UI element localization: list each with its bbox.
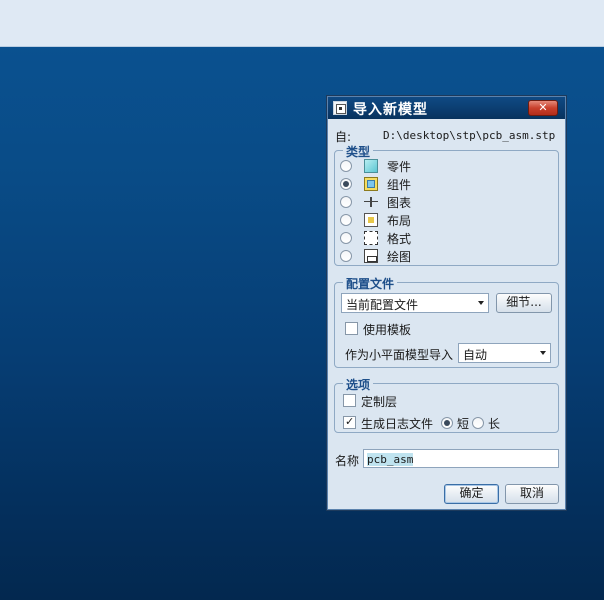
config-group: 配置文件 当前配置文件 细节... 使用模板 作为小平面模型导入 自动 <box>334 275 559 368</box>
close-button[interactable]: ✕ <box>528 100 558 116</box>
name-label: 名称 <box>335 454 360 468</box>
log-file-checkbox[interactable] <box>343 415 356 429</box>
window-icon <box>333 101 347 115</box>
custom-layer-label: 定制层 <box>361 395 398 409</box>
radio-log-short[interactable] <box>441 417 453 429</box>
log-long-label: 长 <box>488 417 501 431</box>
options-group-title: 选项 <box>343 376 374 393</box>
radio-drawing[interactable] <box>340 250 352 262</box>
radio-log-long[interactable] <box>472 417 484 429</box>
import-as-select[interactable]: 自动 <box>458 343 551 363</box>
import-as-label: 作为小平面模型导入 <box>345 348 454 362</box>
type-label-diagram: 图表 <box>387 196 412 210</box>
radio-part[interactable] <box>340 160 352 172</box>
radio-format[interactable] <box>340 232 352 244</box>
type-group: 类型 零件 组件 图表 布局 格式 绘图 <box>334 143 559 266</box>
type-label-assembly: 组件 <box>387 178 412 192</box>
cancel-button[interactable]: 取消 <box>505 484 559 504</box>
options-group: 选项 定制层 生成日志文件 短 长 <box>334 376 559 433</box>
top-window-strip <box>0 0 604 47</box>
details-button[interactable]: 细节... <box>496 293 552 313</box>
profile-select[interactable]: 当前配置文件 <box>341 293 489 313</box>
log-short-label: 短 <box>457 417 470 431</box>
use-template-label: 使用模板 <box>363 323 412 337</box>
radio-assembly[interactable] <box>340 178 352 190</box>
type-label-part: 零件 <box>387 160 412 174</box>
radio-layout[interactable] <box>340 214 352 226</box>
ok-button[interactable]: 确定 <box>444 484 499 504</box>
from-path: D:\desktop\stp\pcb_asm.stp <box>383 129 556 142</box>
type-label-format: 格式 <box>387 232 412 246</box>
type-label-drawing: 绘图 <box>387 250 412 264</box>
name-input[interactable]: pcb_asm <box>363 449 559 468</box>
part-icon <box>364 159 378 173</box>
type-label-layout: 布局 <box>387 214 412 228</box>
import-new-model-dialog: 导入新模型 ✕ 自: D:\desktop\stp\pcb_asm.stp 类型… <box>326 95 567 511</box>
chevron-down-icon <box>540 351 546 355</box>
chevron-down-icon <box>478 301 484 305</box>
format-icon <box>364 231 378 245</box>
import-as-select-value: 自动 <box>463 348 488 362</box>
diagram-icon <box>364 195 378 209</box>
drawing-icon <box>364 249 378 263</box>
layout-icon <box>364 213 378 227</box>
assembly-icon <box>364 177 378 191</box>
dialog-titlebar[interactable]: 导入新模型 ✕ <box>328 97 565 119</box>
type-group-title: 类型 <box>343 143 374 160</box>
use-template-checkbox[interactable] <box>345 322 358 335</box>
custom-layer-checkbox[interactable] <box>343 394 356 407</box>
dialog-title: 导入新模型 <box>353 102 428 118</box>
profile-select-value: 当前配置文件 <box>346 298 419 312</box>
radio-diagram[interactable] <box>340 196 352 208</box>
config-group-title: 配置文件 <box>343 275 398 292</box>
log-file-label: 生成日志文件 <box>361 417 434 431</box>
name-input-value: pcb_asm <box>367 453 414 466</box>
